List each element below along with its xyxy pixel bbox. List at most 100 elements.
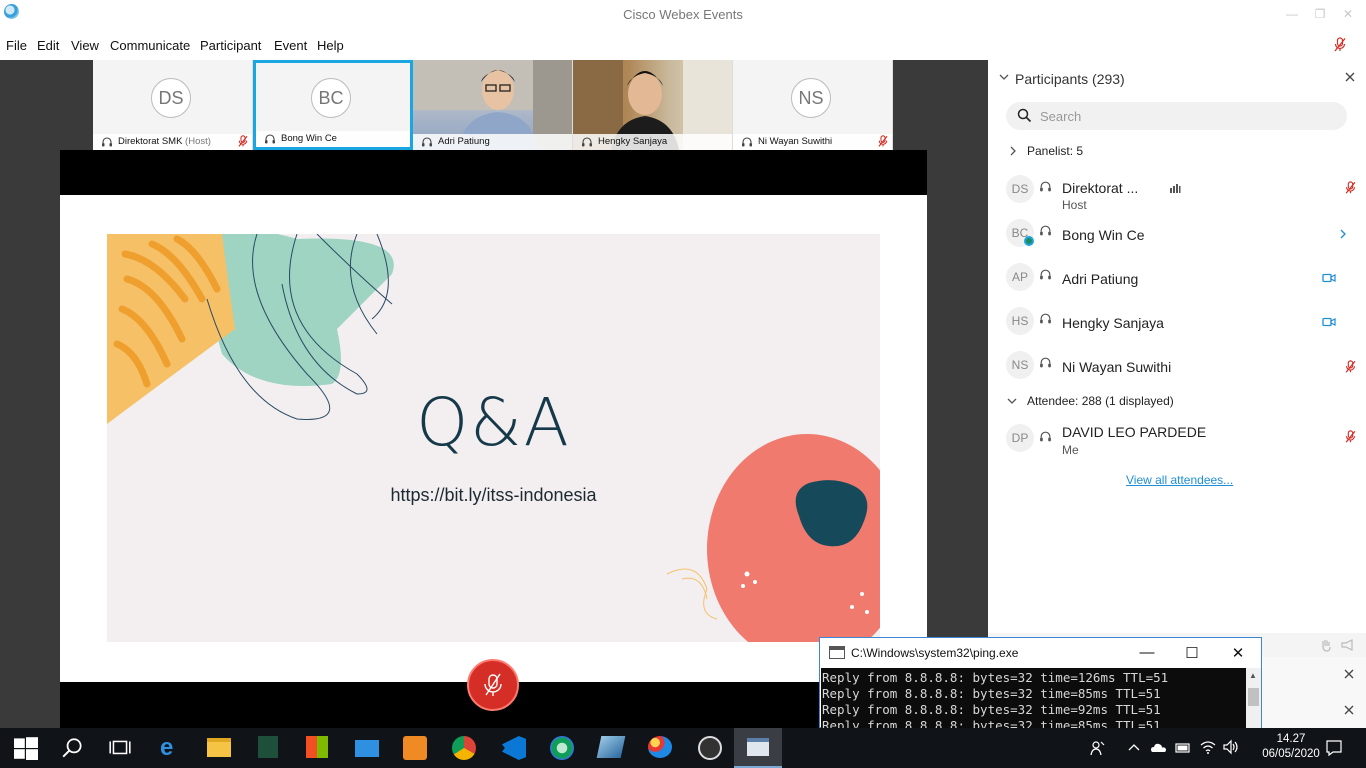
volume-icon[interactable] <box>1222 739 1240 755</box>
app-icon-blue[interactable] <box>596 736 626 758</box>
headset-icon <box>582 137 592 147</box>
mail-icon[interactable] <box>355 740 379 757</box>
presenter-badge-icon <box>1024 236 1034 246</box>
console-app-icon <box>747 738 769 756</box>
edge-browser-icon[interactable]: e <box>160 736 184 760</box>
notifications-icon[interactable] <box>1325 739 1343 757</box>
video-tile-bc[interactable]: BC Bong Win Ce <box>253 60 413 150</box>
maximize-icon[interactable]: ❐ <box>1312 6 1328 22</box>
clock[interactable]: 14.27 06/05/2020 <box>1262 732 1320 762</box>
scroll-thumb[interactable] <box>1248 688 1259 706</box>
windows-start-icon[interactable] <box>14 736 38 760</box>
webex-taskbar-icon[interactable] <box>550 736 574 760</box>
muted-mic-icon[interactable] <box>1334 37 1346 56</box>
close-icon[interactable]: ✕ <box>1228 644 1248 662</box>
muted-mic-icon <box>878 135 888 147</box>
battery-icon[interactable] <box>1175 740 1191 756</box>
menu-file[interactable]: File <box>6 38 27 53</box>
avatar: AP <box>1006 263 1034 291</box>
participant-row[interactable]: BC Bong Win Ce <box>1006 217 1356 257</box>
search-icon[interactable] <box>61 736 85 760</box>
participant-row[interactable]: HS Hengky Sanjaya <box>1006 305 1356 345</box>
console-line: Reply from 8.8.8.8: bytes=32 time=85ms T… <box>822 718 1161 728</box>
search-input[interactable]: Search <box>1006 102 1347 130</box>
chevron-up-icon[interactable] <box>1128 742 1140 752</box>
chrome-icon[interactable] <box>452 736 476 760</box>
console-line: Reply from 8.8.8.8: bytes=32 time=126ms … <box>822 670 1169 685</box>
video-tile-ds[interactable]: DS Direktorat SMK (Host) <box>93 60 253 150</box>
headset-icon <box>1040 313 1051 324</box>
video-camera-icon[interactable] <box>1322 317 1336 327</box>
tile-label: Hengky Sanjaya <box>573 134 732 150</box>
chevron-down-icon[interactable] <box>998 71 1010 83</box>
video-tile-ap[interactable]: Adri Patiung <box>413 60 573 150</box>
participant-name: Adri Patiung <box>1062 271 1139 287</box>
muted-mic-icon[interactable] <box>1345 360 1356 374</box>
minimize-icon[interactable]: — <box>1284 6 1300 22</box>
muted-mic-icon <box>238 135 248 147</box>
close-icon[interactable] <box>1343 704 1355 716</box>
headset-icon <box>422 137 432 147</box>
network-signal-icon <box>1170 184 1181 193</box>
console-scrollbar[interactable]: ▲ <box>1246 668 1261 728</box>
tile-name: Direktorat SMK <box>118 136 183 147</box>
close-icon[interactable] <box>1344 71 1356 83</box>
participant-row[interactable]: DP DAVID LEO PARDEDE Me <box>1006 421 1356 461</box>
task-view-icon[interactable] <box>108 736 132 760</box>
video-tile-ns[interactable]: NS Ni Wayan Suwithi <box>733 60 893 150</box>
headset-icon <box>265 134 275 144</box>
muted-mic-icon[interactable] <box>1345 181 1356 195</box>
view-all-attendees-link[interactable]: View all attendees... <box>1126 473 1233 487</box>
xampp-icon[interactable] <box>403 736 427 760</box>
video-strip: DS Direktorat SMK (Host) BC Bong Win Ce … <box>93 60 893 150</box>
feedback-icon[interactable] <box>1340 638 1358 652</box>
chevron-right-icon <box>1010 146 1016 156</box>
participant-name: Direktorat ... <box>1062 180 1139 196</box>
menu-view[interactable]: View <box>71 38 99 53</box>
minimize-icon[interactable]: — <box>1137 644 1157 661</box>
tile-label: Bong Win Ce <box>256 131 410 147</box>
menu-edit[interactable]: Edit <box>37 38 59 53</box>
participant-row[interactable]: NS Ni Wayan Suwithi <box>1006 349 1356 389</box>
participants-title: Participants (293) <box>1015 71 1125 87</box>
file-explorer-icon[interactable] <box>207 738 231 757</box>
onedrive-icon[interactable] <box>1150 740 1168 756</box>
close-icon[interactable] <box>1343 668 1355 680</box>
video-tile-hs[interactable]: Hengky Sanjaya <box>573 60 733 150</box>
raise-hand-icon[interactable] <box>1319 638 1333 652</box>
headset-icon <box>1040 269 1051 280</box>
obs-icon[interactable] <box>698 736 722 760</box>
menu-communicate[interactable]: Communicate <box>110 38 190 53</box>
clock-time: 14.27 <box>1276 733 1306 745</box>
console-icon <box>829 646 845 659</box>
ping-console-window[interactable]: C:\Windows\system32\ping.exe — ☐ ✕ Reply… <box>819 637 1262 728</box>
headset-icon <box>1040 225 1051 236</box>
avatar: HS <box>1006 307 1034 335</box>
muted-mic-icon[interactable] <box>1345 430 1356 444</box>
app-icon-green[interactable] <box>258 736 278 758</box>
mute-button[interactable] <box>467 659 519 711</box>
avatar: NS <box>791 78 831 118</box>
menu-participant[interactable]: Participant <box>200 38 261 53</box>
tile-name: Hengky Sanjaya <box>598 136 668 147</box>
video-camera-icon[interactable] <box>1322 273 1336 283</box>
people-icon[interactable] <box>1090 740 1106 756</box>
close-window-icon[interactable]: ✕ <box>1340 6 1356 22</box>
console-taskbar-button[interactable] <box>734 728 782 768</box>
scroll-up-icon[interactable]: ▲ <box>1249 671 1257 680</box>
headset-icon <box>1040 431 1051 442</box>
microsoft-store-icon[interactable] <box>306 736 328 758</box>
headset-icon <box>742 137 752 147</box>
menu-help[interactable]: Help <box>317 38 344 53</box>
console-line: Reply from 8.8.8.8: bytes=32 time=85ms T… <box>822 686 1161 701</box>
menu-event[interactable]: Event <box>274 38 307 53</box>
tile-label: Direktorat SMK (Host) <box>93 134 252 150</box>
maximize-icon[interactable]: ☐ <box>1182 644 1202 662</box>
vscode-icon[interactable] <box>502 736 526 760</box>
headset-icon <box>102 137 112 147</box>
participant-row[interactable]: DS Direktorat ... Host <box>1006 173 1356 213</box>
participant-row[interactable]: AP Adri Patiung <box>1006 261 1356 301</box>
wifi-icon[interactable] <box>1200 739 1216 755</box>
console-line: Reply from 8.8.8.8: bytes=32 time=92ms T… <box>822 702 1161 717</box>
paint-icon[interactable] <box>648 736 672 758</box>
